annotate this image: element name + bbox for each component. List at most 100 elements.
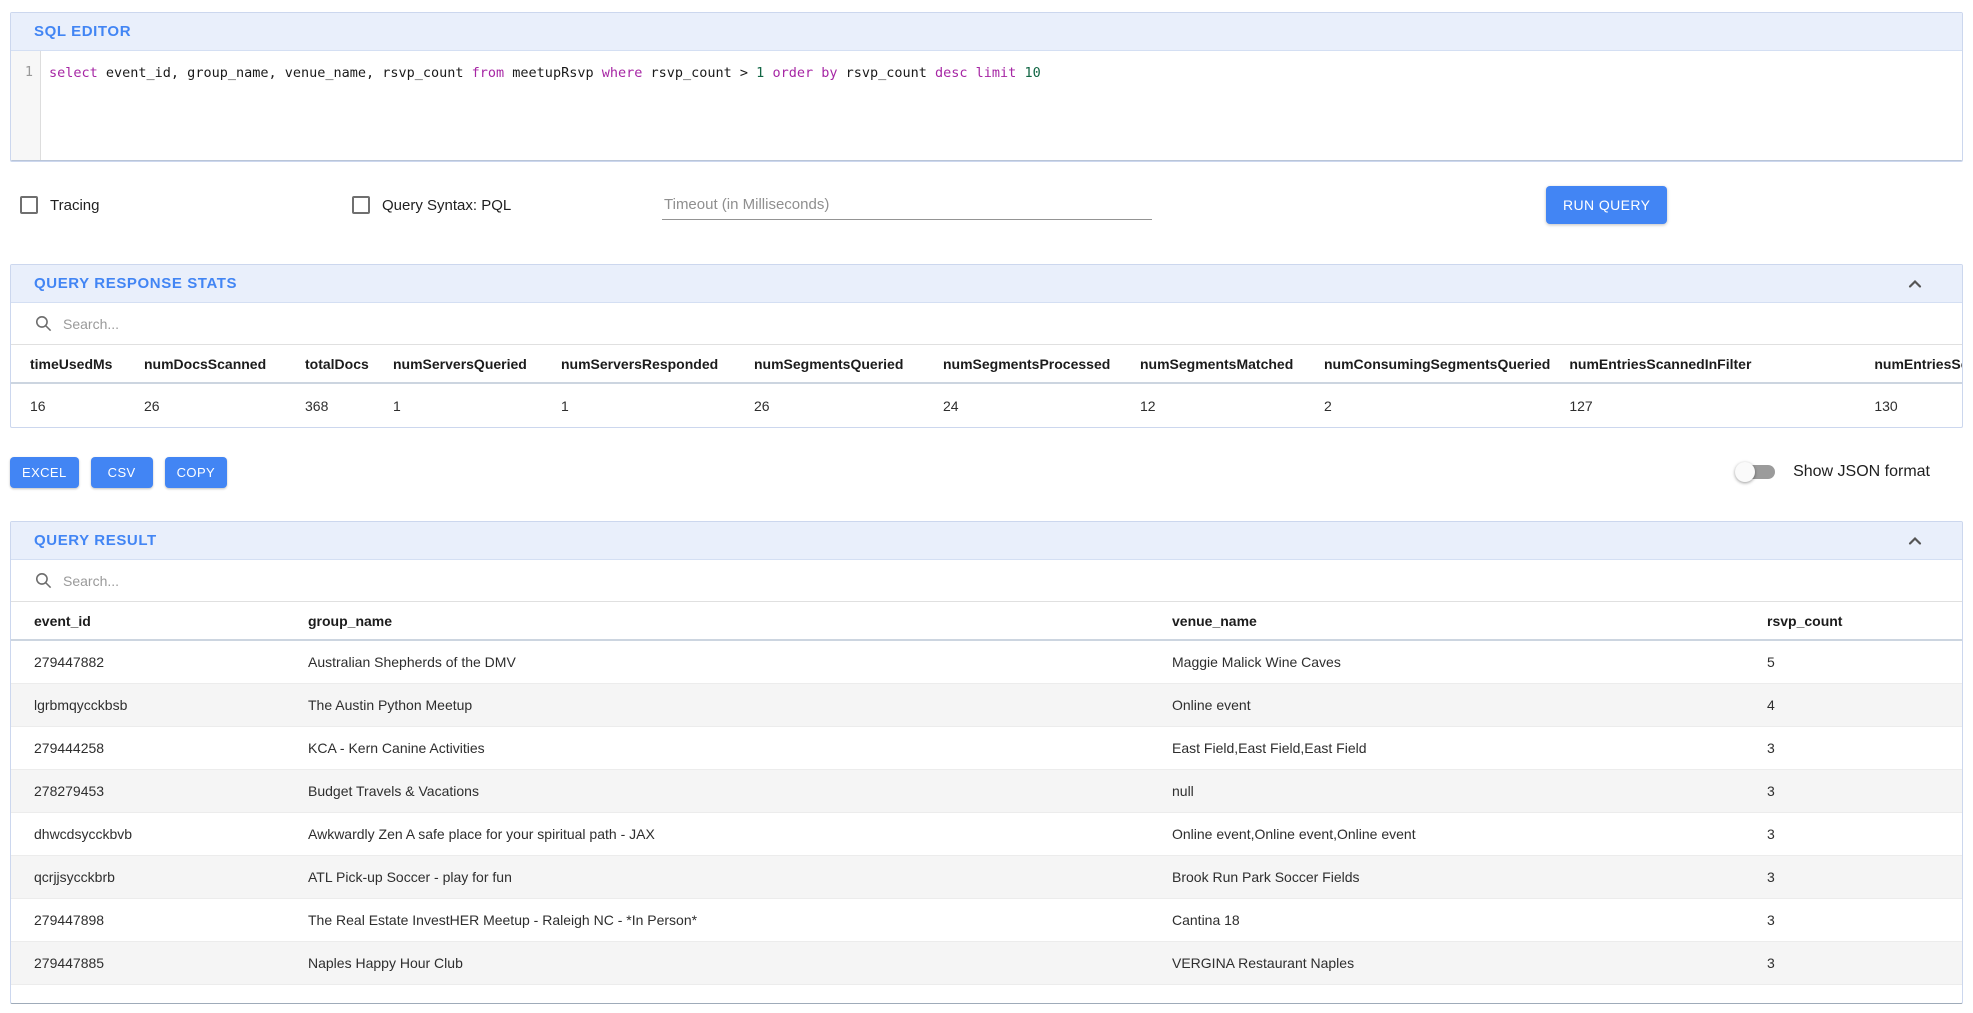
toggle-knob[interactable] <box>1735 462 1755 482</box>
stats-value-cell: 127 <box>1550 383 1855 427</box>
table-row[interactable] <box>11 984 1962 1004</box>
result-cell-venue_name: East Field,East Field,East Field <box>1149 726 1744 769</box>
query-result-panel: QUERY RESULT event_idgroup_namevenue_nam… <box>10 521 1963 1004</box>
result-cell-rsvp_count: 3 <box>1744 812 1962 855</box>
pql-syntax-checkbox[interactable]: Query Syntax: PQL <box>352 196 662 214</box>
stats-value-cell: 1 <box>542 383 735 427</box>
export-row: EXCEL CSV COPY Show JSON format <box>10 457 1963 487</box>
table-row[interactable]: 278279453Budget Travels & Vacationsnull3 <box>11 769 1962 812</box>
result-cell-group_name <box>285 984 1149 1004</box>
result-cell-group_name: ATL Pick-up Soccer - play for fun <box>285 855 1149 898</box>
result-cell-venue_name: Online event <box>1149 683 1744 726</box>
result-table-container: event_idgroup_namevenue_namersvp_count 2… <box>11 602 1962 1004</box>
query-controls-row: Tracing Query Syntax: PQL RUN QUERY <box>0 185 1973 225</box>
sql-token-plain <box>968 65 976 81</box>
result-cell-rsvp_count: 3 <box>1744 898 1962 941</box>
result-cell-venue_name: VERGINA Restaurant Naples <box>1149 941 1744 984</box>
result-cell-rsvp_count: 3 <box>1744 769 1962 812</box>
result-cell-venue_name: Cantina 18 <box>1149 898 1744 941</box>
tracing-label: Tracing <box>50 197 99 214</box>
table-row[interactable]: 279447885Naples Happy Hour ClubVERGINA R… <box>11 941 1962 984</box>
sql-token-plain: meetupRsvp <box>504 65 602 81</box>
stats-search-input[interactable] <box>63 316 1939 332</box>
sql-editor-title: SQL EDITOR <box>34 23 131 40</box>
show-json-label: Show JSON format <box>1793 463 1930 481</box>
show-json-toggle[interactable] <box>1735 460 1781 484</box>
stats-column-header: numEntriesScannedInFilter <box>1550 345 1855 383</box>
result-cell-group_name: Awkwardly Zen A safe place for your spir… <box>285 812 1149 855</box>
table-row[interactable]: 279447882Australian Shepherds of the DMV… <box>11 640 1962 683</box>
result-cell-event_id: 279447882 <box>11 640 285 683</box>
stats-column-header: numEntriesScannedPostFilter <box>1855 345 1962 383</box>
result-cell-event_id: 278279453 <box>11 769 285 812</box>
copy-button[interactable]: COPY <box>165 457 227 488</box>
timeout-input[interactable] <box>662 190 1152 220</box>
search-icon <box>34 314 53 333</box>
json-format-toggle-group: Show JSON format <box>1735 460 1930 484</box>
line-number-gutter: 1 <box>11 51 41 160</box>
stats-value-cell: 24 <box>924 383 1121 427</box>
result-cell-group_name: KCA - Kern Canine Activities <box>285 726 1149 769</box>
sql-code-editor[interactable]: 1 select event_id, group_name, venue_nam… <box>11 51 1962 161</box>
result-cell-rsvp_count: 3 <box>1744 855 1962 898</box>
sql-token-kw: order by <box>772 65 837 81</box>
line-number: 1 <box>25 64 33 80</box>
stats-value-cell: 130 <box>1855 383 1962 427</box>
query-response-stats-panel: QUERY RESPONSE STATS timeUsedMsnumDocsSc… <box>10 264 1963 428</box>
stats-table-container: timeUsedMsnumDocsScannedtotalDocsnumServ… <box>11 345 1962 427</box>
stats-column-header: numSegmentsProcessed <box>924 345 1121 383</box>
result-cell-event_id: lgrbmqycckbsb <box>11 683 285 726</box>
stats-value-cell: 1 <box>374 383 542 427</box>
table-row[interactable]: lgrbmqycckbsbThe Austin Python MeetupOnl… <box>11 683 1962 726</box>
result-cell-event_id: qcrjjsycckbrb <box>11 855 285 898</box>
result-cell-event_id <box>11 984 285 1004</box>
sql-editor-header: SQL EDITOR <box>11 13 1962 51</box>
pql-checkbox-box[interactable] <box>352 196 370 214</box>
table-row[interactable]: qcrjjsycckbrbATL Pick-up Soccer - play f… <box>11 855 1962 898</box>
table-row[interactable]: 279444258KCA - Kern Canine ActivitiesEas… <box>11 726 1962 769</box>
result-cell-group_name: Australian Shepherds of the DMV <box>285 640 1149 683</box>
stats-value-cell: 12 <box>1121 383 1305 427</box>
result-column-header: group_name <box>285 602 1149 640</box>
stats-value-cell: 2 <box>1305 383 1550 427</box>
result-cell-rsvp_count: 3 <box>1744 726 1962 769</box>
sql-token-kw: limit <box>976 65 1017 81</box>
result-cell-rsvp_count <box>1744 984 1962 1004</box>
stats-column-header: numServersResponded <box>542 345 735 383</box>
stats-table: timeUsedMsnumDocsScannedtotalDocsnumServ… <box>11 345 1962 427</box>
stats-column-header: numDocsScanned <box>125 345 286 383</box>
pql-label: Query Syntax: PQL <box>382 197 511 214</box>
stats-value-cell: 16 <box>11 383 125 427</box>
result-cell-venue_name: Maggie Malick Wine Caves <box>1149 640 1744 683</box>
tracing-checkbox-box[interactable] <box>20 196 38 214</box>
result-cell-event_id: 279444258 <box>11 726 285 769</box>
collapse-chevron-up-icon[interactable] <box>1903 272 1927 296</box>
sql-token-kw: where <box>602 65 643 81</box>
result-cell-venue_name: Brook Run Park Soccer Fields <box>1149 855 1744 898</box>
sql-editor-panel: SQL EDITOR 1 select event_id, group_name… <box>10 12 1963 162</box>
stats-panel-header: QUERY RESPONSE STATS <box>11 265 1962 303</box>
run-query-button[interactable]: RUN QUERY <box>1546 186 1667 224</box>
result-cell-rsvp_count: 4 <box>1744 683 1962 726</box>
result-cell-event_id: 279447885 <box>11 941 285 984</box>
excel-button[interactable]: EXCEL <box>10 457 79 488</box>
tracing-checkbox[interactable]: Tracing <box>20 196 352 214</box>
stats-column-header: timeUsedMs <box>11 345 125 383</box>
result-panel-header: QUERY RESULT <box>11 522 1962 560</box>
result-cell-group_name: The Austin Python Meetup <box>285 683 1149 726</box>
stats-column-header: numSegmentsMatched <box>1121 345 1305 383</box>
stats-value-cell: 26 <box>125 383 286 427</box>
stats-panel-title: QUERY RESPONSE STATS <box>34 275 237 292</box>
result-search-input[interactable] <box>63 573 1939 589</box>
table-row[interactable]: dhwcdsycckbvbAwkwardly Zen A safe place … <box>11 812 1962 855</box>
result-cell-event_id: 279447898 <box>11 898 285 941</box>
result-cell-group_name: Budget Travels & Vacations <box>285 769 1149 812</box>
table-row[interactable]: 279447898The Real Estate InvestHER Meetu… <box>11 898 1962 941</box>
stats-search-row <box>11 303 1962 345</box>
sql-query-text[interactable]: select event_id, group_name, venue_name,… <box>41 51 1041 160</box>
collapse-chevron-up-icon[interactable] <box>1903 529 1927 553</box>
result-column-header: rsvp_count <box>1744 602 1962 640</box>
result-cell-rsvp_count: 3 <box>1744 941 1962 984</box>
result-table: event_idgroup_namevenue_namersvp_count 2… <box>11 602 1962 1004</box>
csv-button[interactable]: CSV <box>91 457 153 488</box>
